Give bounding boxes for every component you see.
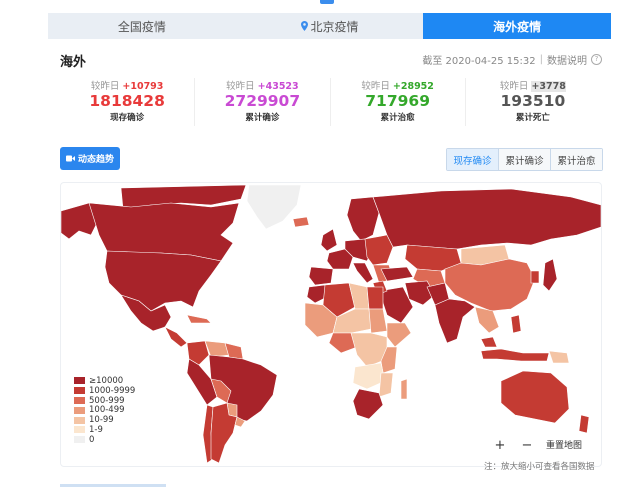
legend-swatch [74, 416, 85, 424]
map-region-spain [308, 266, 334, 286]
map-region-malaysia [480, 336, 498, 348]
map-region-uk [320, 228, 338, 252]
map-region-scandinavia [346, 196, 380, 242]
map-region-mozambique [378, 372, 394, 398]
trend-button[interactable]: 动态趋势 [60, 147, 120, 170]
map-region-egypt [366, 286, 384, 310]
map-region-indochina [474, 306, 500, 334]
stat-total-deaths: 较昨日 +3778 193510 累计死亡 [466, 78, 600, 126]
world-map[interactable] [60, 182, 602, 467]
map-region-usa [104, 250, 222, 312]
data-help-link[interactable]: 数据说明 [547, 52, 587, 67]
map-tab-total-cured[interactable]: 累计治愈 [551, 149, 602, 170]
map-region-caribbean [186, 314, 212, 324]
map-region-papua [548, 350, 570, 364]
map-region-japan [542, 258, 558, 292]
legend-swatch [74, 396, 85, 404]
legend-swatch [74, 387, 85, 395]
zoom-in-button[interactable]: + [491, 436, 509, 454]
update-info: 截至 2020-04-25 15:32 | 数据说明 ? [422, 52, 602, 67]
location-pin-icon [300, 21, 308, 31]
region-title: 海外 [60, 55, 87, 70]
stat-label: 累计治愈 [380, 113, 415, 123]
map-tab-total-confirmed[interactable]: 累计确诊 [499, 149, 551, 170]
top-indicator [320, 0, 334, 4]
map-region-korea [530, 270, 540, 284]
map-region-iceland [292, 216, 310, 228]
video-camera-icon [65, 155, 75, 162]
legend-item[interactable]: ≥10000 [74, 376, 135, 386]
tab-beijing[interactable]: 北京疫情 [236, 13, 424, 39]
stat-value: 193510 [500, 92, 566, 110]
stat-label: 累计死亡 [515, 113, 550, 123]
tab-national[interactable]: 全国疫情 [48, 13, 236, 39]
legend-item[interactable]: 500-999 [74, 396, 135, 406]
map-region-new-zealand [578, 414, 590, 434]
map-region-india [434, 298, 476, 344]
legend-item[interactable]: 10-99 [74, 415, 135, 425]
map-metric-tabs: 现存确诊 累计确诊 累计治愈 [446, 148, 603, 171]
stat-current-confirmed: 较昨日 +10793 1818428 现存确诊 [60, 78, 196, 126]
stat-value: 717969 [365, 92, 430, 110]
map-region-central-america [164, 326, 188, 348]
stat-label: 现存确诊 [110, 113, 145, 123]
stat-value: 2729907 [224, 92, 301, 110]
map-region-italy [352, 262, 374, 284]
map-legend: ≥10000 1000-9999 500-999 100-499 10-99 1… [74, 376, 135, 445]
legend-swatch [74, 377, 85, 385]
update-time: 截至 2020-04-25 15:32 [422, 56, 536, 67]
tab-overseas[interactable]: 海外疫情 [423, 13, 612, 39]
reset-map-button[interactable]: 重置地图 [546, 438, 582, 451]
map-tab-current-confirmed[interactable]: 现存确诊 [447, 149, 499, 170]
region-tabs: 全国疫情 北京疫情 海外疫情 [48, 13, 612, 39]
section-header: 海外 截至 2020-04-25 15:32 | 数据说明 ? [60, 49, 602, 70]
legend-swatch [74, 406, 85, 414]
stat-total-cured: 较昨日 +28952 717969 累计治愈 [331, 78, 466, 126]
world-map-canvas[interactable] [61, 183, 601, 466]
map-region-sudan [368, 308, 388, 334]
map-region-indonesia [480, 348, 550, 362]
legend-item[interactable]: 100-499 [74, 405, 135, 415]
divider: | [539, 54, 543, 65]
legend-swatch [74, 426, 85, 434]
map-region-australia [500, 370, 570, 424]
stats-row: 较昨日 +10793 1818428 现存确诊 较昨日 +43523 27299… [60, 78, 600, 126]
stat-total-confirmed: 较昨日 +43523 2729907 累计确诊 [195, 78, 331, 126]
legend-item[interactable]: 1-9 [74, 425, 135, 435]
legend-item[interactable]: 0 [74, 435, 135, 445]
question-icon[interactable]: ? [591, 54, 602, 65]
map-note: 注：放大缩小可查看各国数据 [484, 462, 595, 472]
map-region-turkey [380, 266, 414, 282]
map-region-philippines [510, 314, 522, 334]
map-region-madagascar [400, 378, 408, 400]
map-region-russia [372, 188, 601, 250]
zoom-out-button[interactable]: − [518, 436, 536, 454]
legend-swatch [74, 436, 85, 444]
map-region-horn-africa [386, 322, 412, 348]
map-region-eastern-europe [364, 234, 394, 266]
map-region-greenland [246, 184, 302, 230]
stat-label: 累计确诊 [245, 113, 280, 123]
stat-value: 1818428 [89, 92, 165, 110]
legend-item[interactable]: 1000-9999 [74, 386, 135, 396]
map-region-southern-africa [352, 388, 384, 420]
